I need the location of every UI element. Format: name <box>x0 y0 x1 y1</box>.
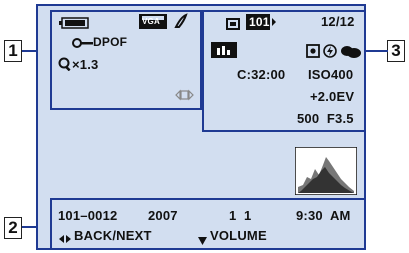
battery-icon <box>59 16 91 34</box>
dpof-label: DPOF <box>93 35 128 49</box>
spot-icon <box>306 44 320 63</box>
protect-key-icon <box>72 36 94 54</box>
image-count: 12/12 <box>321 14 355 29</box>
image-size-label: VGA <box>142 17 160 26</box>
metering-mode-icon <box>211 42 237 63</box>
memory-stick-icon <box>226 17 240 35</box>
callout-1: 1 <box>4 40 22 62</box>
back-next-label: BACK/NEXT <box>74 228 152 243</box>
date-year: 2007 <box>148 208 178 223</box>
callout-3-leader <box>364 50 388 52</box>
volume-label: VOLUME <box>210 228 267 243</box>
print-icon <box>173 13 189 34</box>
histogram-icon <box>294 146 358 200</box>
folder-label: 101 <box>249 15 270 29</box>
left-right-arrows-icon <box>59 231 71 249</box>
magnifier-icon <box>58 57 72 76</box>
exposure-count: C:32:00 <box>237 67 286 82</box>
callout-2: 2 <box>4 217 22 239</box>
shutter-aperture: 500 F3.5 <box>297 111 354 126</box>
time-value: 9:30 AM <box>296 208 351 223</box>
date-month-day: 1 1 <box>229 208 252 223</box>
file-number: 101–0012 <box>58 208 118 223</box>
camera-lcd-screen: VGA DPOF ×1.3 101 12/12 C:32:00 ISO400 +… <box>36 4 366 250</box>
down-arrow-icon <box>198 232 207 250</box>
ev-value: +2.0EV <box>310 89 355 104</box>
flash-off-icon <box>323 44 337 63</box>
iso-value: ISO400 <box>308 67 354 82</box>
zoom-label: ×1.3 <box>72 57 99 72</box>
memory-card-access-icon <box>174 88 194 106</box>
callout-3: 3 <box>387 40 405 62</box>
white-balance-icon <box>338 43 362 64</box>
